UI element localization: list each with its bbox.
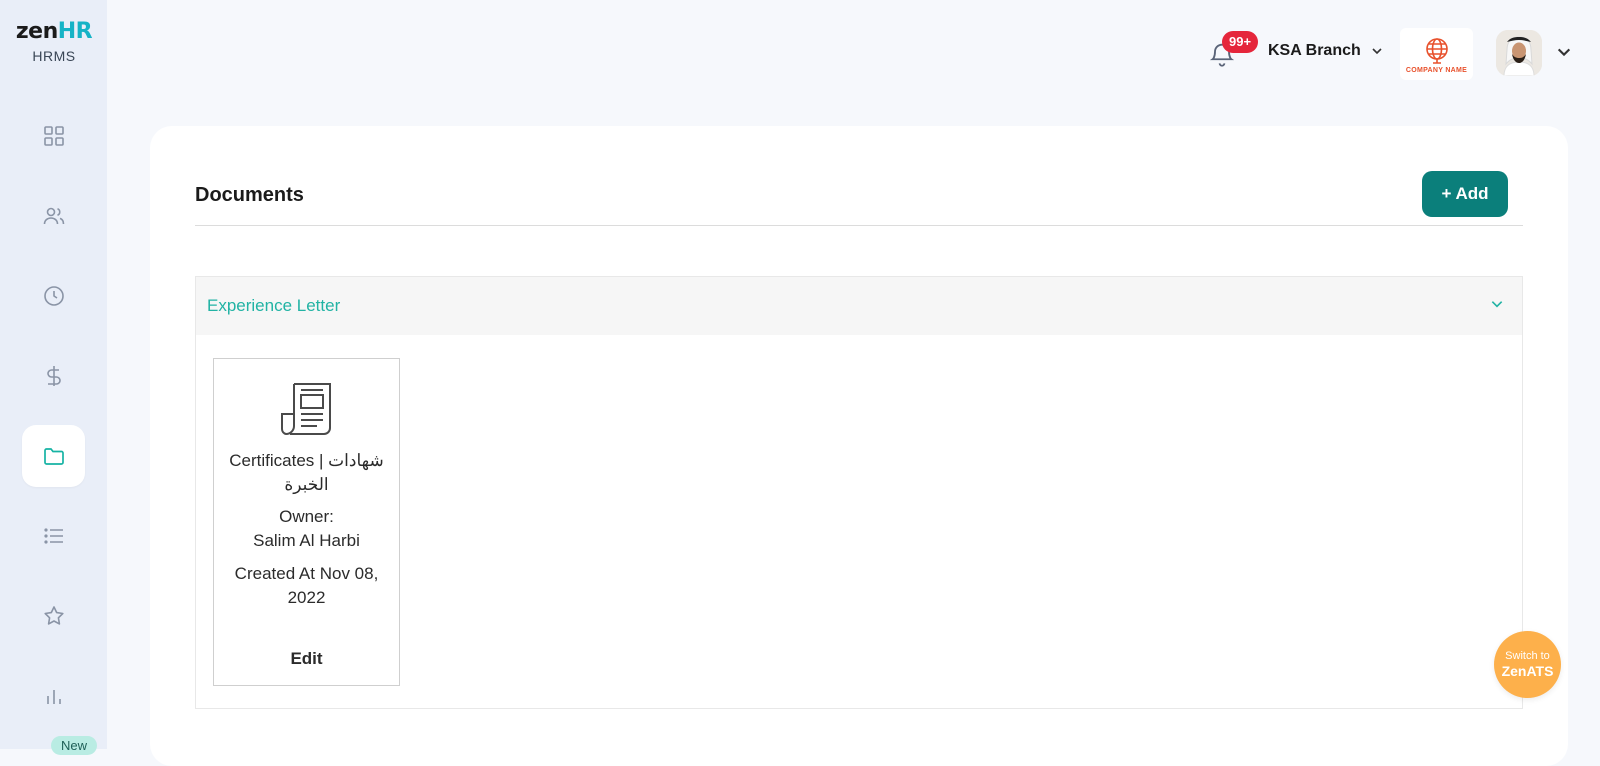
created-date: Created At Nov 08, 2022	[234, 564, 379, 607]
company-logo[interactable]: COMPANY NAME	[1400, 28, 1473, 80]
sidebar-item-favorites[interactable]	[22, 585, 85, 647]
sidebar-item-documents[interactable]	[22, 425, 85, 487]
bar-chart-icon	[46, 690, 61, 704]
document-name: Certificates | شهادات الخبرة	[229, 451, 384, 494]
branch-selector[interactable]: KSA Branch	[1268, 42, 1383, 60]
sidebar-item-employees[interactable]	[22, 185, 85, 247]
company-logo-text: COMPANY NAME	[1405, 66, 1468, 74]
accordion-header[interactable]: Experience Letter	[196, 277, 1522, 335]
logo-main-suffix: HR	[57, 19, 93, 44]
sidebar-item-dashboard[interactable]	[22, 105, 85, 167]
chevron-down-icon	[1372, 48, 1382, 55]
sidebar-item-reports[interactable]	[22, 665, 85, 727]
document-card[interactable]: Certificates | شهادات الخبرة Owner: Sali…	[213, 358, 400, 686]
users-icon	[43, 207, 64, 225]
add-document-button[interactable]: + Add	[1422, 171, 1508, 217]
new-badge: New	[51, 736, 98, 755]
switch-label: Switch to	[1505, 650, 1550, 662]
user-portrait-icon	[1496, 30, 1542, 76]
owner-label: Owner:	[279, 507, 334, 526]
sidebar-item-lists[interactable]	[22, 505, 85, 567]
owner-name: Salim Al Harbi	[253, 531, 360, 550]
globe-icon	[1425, 37, 1448, 64]
notification-count-badge: 99+	[1222, 31, 1259, 53]
list-icon	[43, 528, 63, 544]
clock-icon	[43, 286, 64, 306]
switch-product: ZenATS	[1501, 663, 1554, 679]
dollar-icon	[46, 366, 61, 386]
logo-subtitle: HRMS	[32, 48, 76, 64]
chevron-down-icon	[1491, 300, 1503, 307]
user-menu-chevron-icon[interactable]	[1556, 44, 1572, 60]
sidebar-item-attendance[interactable]	[22, 265, 85, 327]
page-title: Documents	[195, 184, 304, 206]
switch-to-zenats-button[interactable]: Switch to ZenATS	[1494, 631, 1561, 698]
folder-icon	[43, 448, 64, 465]
document-icon	[280, 383, 331, 436]
branch-label: KSA Branch	[1268, 42, 1361, 59]
edit-document-link[interactable]: Edit	[214, 649, 399, 669]
user-avatar[interactable]	[1496, 30, 1542, 76]
zenhr-logo[interactable]: zenHR HRMS	[14, 18, 94, 64]
sidebar-item-payroll[interactable]	[22, 345, 85, 407]
document-category-accordion: Experience Letter Certificates | شهادات …	[195, 276, 1523, 709]
sidebar: zenHR HRMS New	[0, 0, 107, 755]
title-divider	[195, 225, 1523, 226]
star-icon	[43, 606, 64, 625]
logo-main-prefix: zen	[15, 19, 58, 44]
category-title: Experience Letter	[207, 296, 341, 315]
dashboard-icon	[43, 126, 64, 146]
